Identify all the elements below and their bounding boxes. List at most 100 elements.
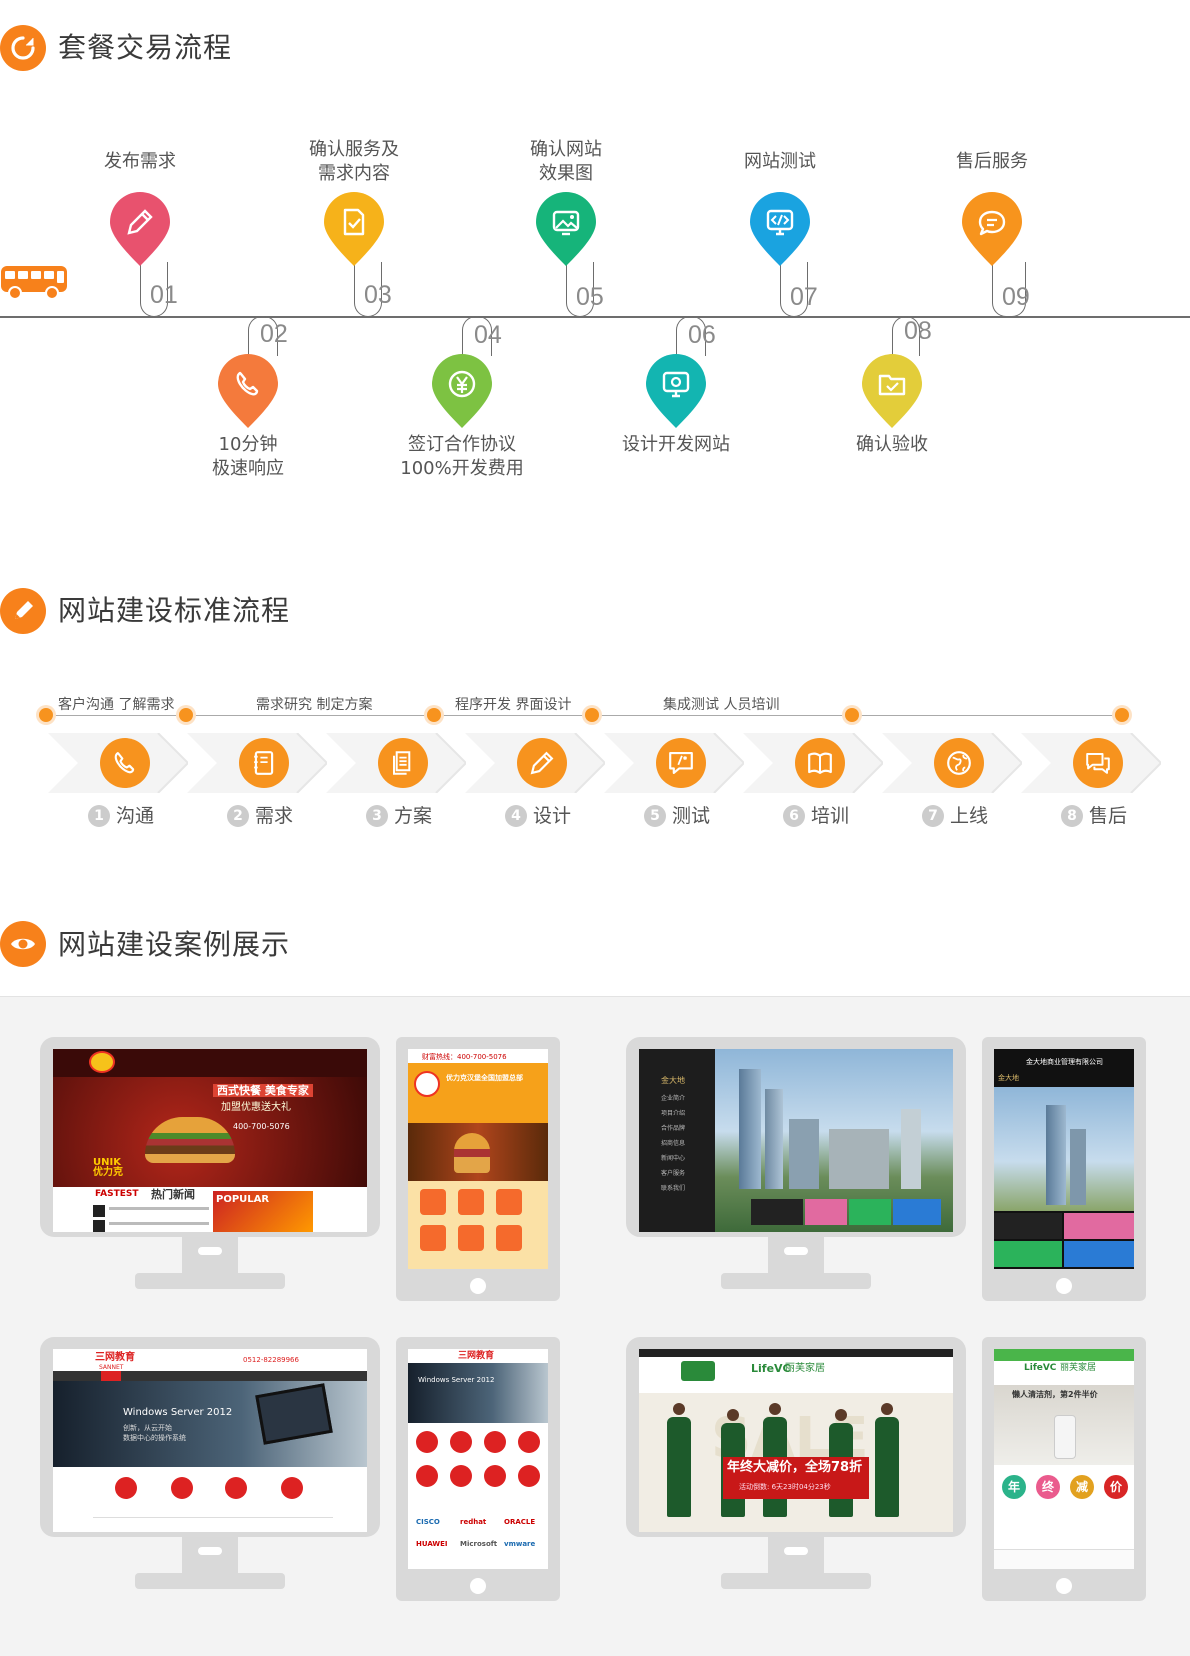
section-title-cases: 网站建设案例展示 — [58, 928, 291, 961]
step-number: 06 — [688, 321, 716, 349]
sanwang-m-icon[interactable] — [518, 1431, 540, 1453]
step-pin-09 — [960, 190, 1024, 268]
jinda-menu-item[interactable]: 企业简介 — [661, 1093, 685, 1104]
unik-grid-tile[interactable] — [496, 1225, 522, 1251]
jinda-menu-item[interactable]: 客户服务 — [661, 1168, 685, 1179]
process-step-label: 7 上线 — [922, 801, 988, 828]
process-step-circle[interactable] — [1073, 738, 1123, 788]
sanwang-m-icon[interactable] — [416, 1431, 438, 1453]
unik-brand-cn: 优力克 — [93, 1167, 123, 1178]
process-step-label: 2 需求 — [227, 801, 293, 828]
case-jinda-mobile[interactable]: 金大地商业管理有限公司 金大地 — [982, 1037, 1146, 1301]
step-index-badge: 7 — [922, 805, 944, 827]
phone-icon — [114, 752, 135, 774]
sanwang-m-icon[interactable] — [484, 1431, 506, 1453]
unik-slogan2: 加盟优惠送大礼 — [221, 1102, 291, 1113]
process-step-circle[interactable] — [239, 738, 289, 788]
city-tower — [739, 1069, 761, 1189]
process-step-label: 3 方案 — [366, 801, 432, 828]
jinda-screen: 金大地 企业简介 项目介绍 合作品牌 招商信息 新闻中心 客户服务 联系我们 — [639, 1049, 953, 1232]
promo-circle[interactable]: 年 — [1002, 1475, 1026, 1499]
step-number: 04 — [474, 321, 502, 349]
step-pin-07 — [748, 190, 812, 268]
pencil-icon — [530, 751, 554, 775]
unik-screen: 西式快餐 美食专家 加盟优惠送大礼 400-700-5076 UNIK 优力克 … — [53, 1049, 367, 1232]
step-index-badge: 8 — [1061, 805, 1083, 827]
case-unik-mobile[interactable]: 财富热线：400-700-5076 优力克汉堡全国加盟总部 — [396, 1037, 560, 1301]
sanwang-m-hero: Windows Server 2012 — [418, 1376, 495, 1384]
person-head — [727, 1409, 739, 1421]
process-step-label: 8 售后 — [1061, 801, 1127, 828]
sanwang-m-icon[interactable] — [518, 1465, 540, 1487]
unik-grid-tile[interactable] — [420, 1189, 446, 1215]
sanwang-m-icon[interactable] — [450, 1465, 472, 1487]
promo-circle[interactable]: 终 — [1036, 1475, 1060, 1499]
promo-circle[interactable]: 价 — [1104, 1475, 1128, 1499]
promo-circle[interactable]: 减 — [1070, 1475, 1094, 1499]
unik-grid-tile[interactable] — [496, 1189, 522, 1215]
process-dot — [845, 708, 859, 722]
partner-logo: ORACLE — [504, 1518, 536, 1526]
unik-m-title: 优力克汉堡全国加盟总部 — [446, 1074, 523, 1082]
jinda-menu-item[interactable]: 联系我们 — [661, 1183, 685, 1194]
lifevc-countdown: 活动倒数: 6天23时04分23秒 — [739, 1483, 831, 1491]
jinda-menu-item[interactable]: 招商信息 — [661, 1138, 685, 1149]
step-number: 03 — [364, 281, 392, 309]
process-step-circle[interactable] — [795, 738, 845, 788]
lifevc-banner: 年终大减价，全场78折 — [727, 1460, 863, 1475]
process-step-circle[interactable] — [656, 738, 706, 788]
case-sanwang-desktop[interactable]: 三网教育 SANNET 0512-82289966 Windows Server… — [40, 1337, 380, 1599]
case-lifevc-desktop[interactable]: LifeVC 丽芙家居 SALE 年终大减价，全场78折 活动倒数: 6天23时… — [626, 1337, 966, 1599]
case-gallery: 西式快餐 美食专家 加盟优惠送大礼 400-700-5076 UNIK 优力克 … — [0, 996, 1190, 1656]
person-head — [673, 1403, 685, 1415]
sanwang-feature-icon[interactable] — [171, 1477, 193, 1499]
unik-grid-tile[interactable] — [458, 1225, 484, 1251]
unik-slogan1: 西式快餐 美食专家 — [213, 1084, 313, 1097]
lifevc-m-brand-cn: 丽芙家居 — [1060, 1363, 1097, 1373]
step-number: 02 — [260, 320, 288, 348]
case-unik-desktop[interactable]: 西式快餐 美食专家 加盟优惠送大礼 400-700-5076 UNIK 优力克 … — [40, 1037, 380, 1299]
lifevc-brand-cn: 丽芙家居 — [785, 1363, 825, 1374]
lifevc-m-brand: LifeVC — [1024, 1363, 1057, 1373]
step-pin-06 — [644, 352, 708, 430]
pencil-icon — [0, 588, 46, 634]
sanwang-feature-icon[interactable] — [115, 1477, 137, 1499]
step-label: 售后服务 — [956, 151, 1028, 172]
jinda-m-brand: 金大地 — [998, 1074, 1019, 1082]
step-pin-05 — [534, 190, 598, 268]
process-step-circle[interactable] — [934, 738, 984, 788]
sanwang-feature-icon[interactable] — [281, 1477, 303, 1499]
step-pin-02 — [216, 352, 280, 430]
jinda-m-title: 金大地商业管理有限公司 — [1026, 1058, 1103, 1066]
step-pin-04 — [430, 352, 494, 430]
case-sanwang-mobile[interactable]: 三网教育 Windows Server 2012 CISCO redhat ORAC… — [396, 1337, 560, 1601]
sanwang-m-icon[interactable] — [450, 1431, 472, 1453]
sanwang-hero-title: Windows Server 2012 — [123, 1407, 233, 1418]
step-number: 01 — [150, 281, 178, 309]
unik-grid-tile[interactable] — [458, 1189, 484, 1215]
unik-news: 热门新闻 — [151, 1188, 195, 1201]
case-jinda-desktop[interactable]: 金大地 企业简介 项目介绍 合作品牌 招商信息 新闻中心 客户服务 联系我们 — [626, 1037, 966, 1299]
sanwang-feature-icon[interactable] — [225, 1477, 247, 1499]
process-step-circle[interactable] — [378, 738, 428, 788]
sanwang-m-icon[interactable] — [484, 1465, 506, 1487]
process-step-label: 5 测试 — [644, 801, 710, 828]
partner-logo: vmware — [504, 1540, 536, 1548]
lifevc-screen: LifeVC 丽芙家居 SALE 年终大减价，全场78折 活动倒数: 6天23时… — [639, 1349, 953, 1532]
step-index-badge: 3 — [366, 805, 388, 827]
jinda-menu-item[interactable]: 合作品牌 — [661, 1123, 685, 1134]
globe-icon — [947, 751, 971, 775]
comment-code-icon — [669, 752, 693, 774]
case-lifevc-mobile[interactable]: LifeVC 丽芙家居 懒人清洁剂，第2件半价 年终减价 — [982, 1337, 1146, 1601]
partner-logo: CISCO — [416, 1518, 440, 1526]
process-step-circle[interactable] — [100, 738, 150, 788]
unik-grid-tile[interactable] — [420, 1225, 446, 1251]
process-step-circle[interactable] — [517, 738, 567, 788]
step-number: 09 — [1002, 283, 1030, 311]
step-label: 确认验收 — [856, 434, 928, 455]
jinda-menu-item[interactable]: 新闻中心 — [661, 1153, 685, 1164]
sanwang-m-icon[interactable] — [416, 1465, 438, 1487]
chat-bubbles-icon — [1086, 753, 1110, 774]
step-index-badge: 5 — [644, 805, 666, 827]
jinda-menu-item[interactable]: 项目介绍 — [661, 1108, 685, 1119]
